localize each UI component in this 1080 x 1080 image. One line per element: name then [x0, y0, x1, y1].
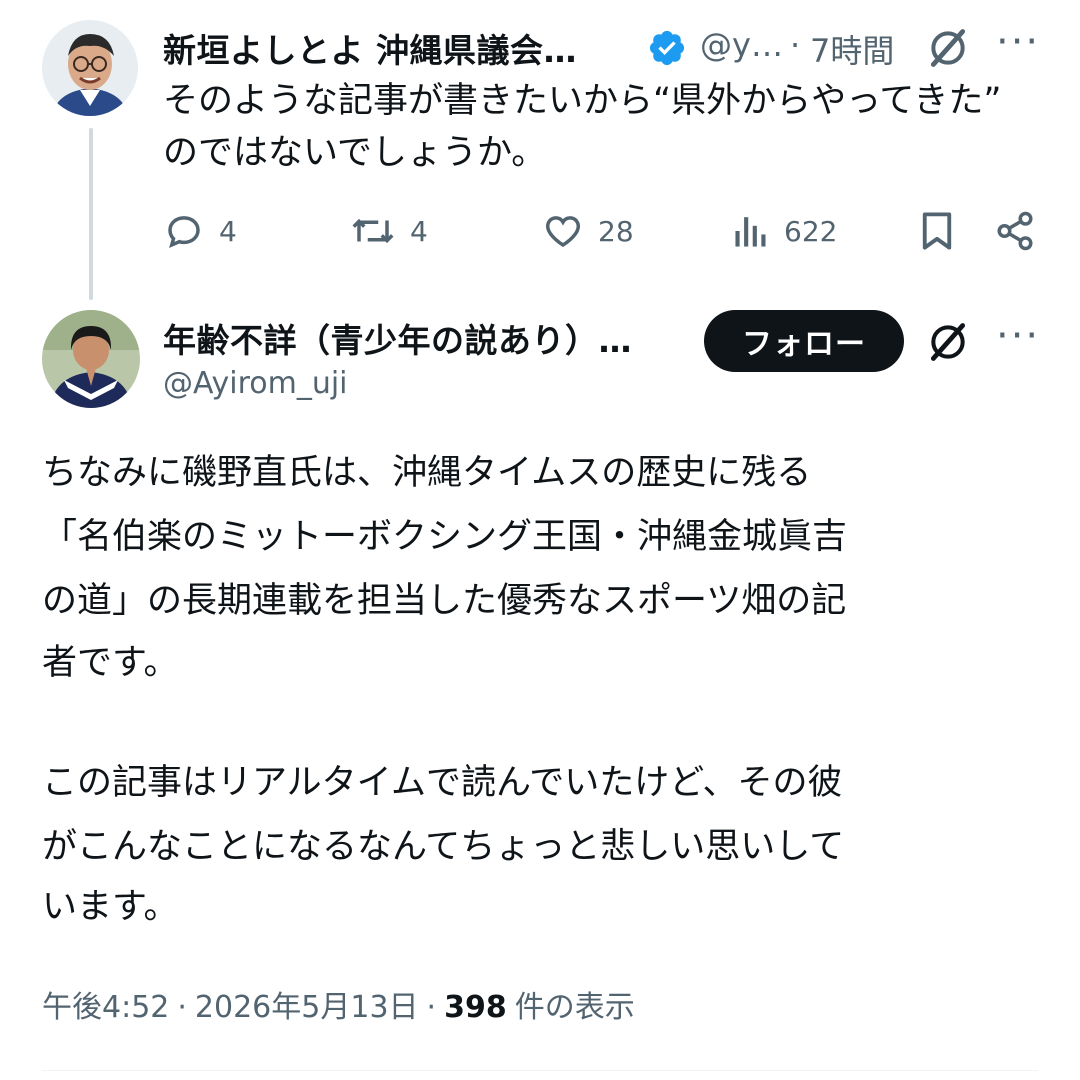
- verified-badge-icon: [649, 30, 685, 66]
- avatar-author1[interactable]: [42, 20, 138, 116]
- tweet-text-line: 者です。: [42, 643, 179, 683]
- views-icon: [735, 217, 766, 247]
- author2-display-name[interactable]: 年齢不詳（青少年の説あり）…: [163, 314, 632, 362]
- author2-handle[interactable]: @Ayirom_uji: [163, 366, 348, 401]
- tweet-timestamp[interactable]: 午後4:52: [42, 982, 169, 1026]
- tweet-meta: 午後4:52 · 2026年5月13日 · 398 件の表示: [42, 982, 635, 1026]
- tweet-text-line: 「名伯楽のミットーボクシング王国・沖縄金城眞吉: [42, 517, 848, 557]
- more-icon[interactable]: ···: [996, 316, 1040, 356]
- reply-icon: [168, 216, 200, 249]
- grok-icon[interactable]: [926, 320, 970, 364]
- author1-display-name[interactable]: 新垣よしとよ 沖縄県議会…: [163, 24, 577, 72]
- more-icon[interactable]: ···: [996, 22, 1040, 62]
- views-action[interactable]: 622: [732, 210, 837, 252]
- reply-text-line1: そのような記事が書きたいから“県外からやってきた”: [163, 81, 1002, 121]
- meta-separator: ·: [426, 990, 437, 1025]
- avatar-image: [42, 310, 140, 408]
- tweet-text-line: ちなみに磯野直氏は、沖縄タイムスの歴史に残る: [42, 453, 812, 493]
- separator-dot: ·: [790, 26, 801, 64]
- bookmark-icon[interactable]: [918, 210, 956, 252]
- like-action[interactable]: 28: [542, 210, 634, 252]
- follow-button[interactable]: フォロー: [704, 310, 904, 372]
- avatar-author2[interactable]: [42, 310, 140, 408]
- like-count: 28: [598, 214, 634, 248]
- views-count: 622: [784, 214, 838, 248]
- tweet-text-line: がこんなことになるなんてちょっと悲しい思いして: [42, 827, 845, 867]
- avatar-image: [42, 20, 138, 116]
- tweet-text-line: います。: [42, 887, 179, 927]
- tweet-text-line: この記事はリアルタイムで読んでいたけど、その彼: [42, 763, 843, 803]
- share-icon[interactable]: [994, 210, 1036, 252]
- repost-icon: [352, 218, 394, 244]
- grok-icon[interactable]: [926, 26, 970, 70]
- view-label: 件の表示: [514, 990, 635, 1025]
- tweet-date[interactable]: 2026年5月13日: [195, 982, 419, 1026]
- thread-line: [89, 128, 93, 300]
- repost-action[interactable]: 4: [350, 210, 428, 252]
- author1-handle[interactable]: @y…: [700, 26, 783, 64]
- reply-text-line2: のではないでしょうか。: [163, 133, 547, 173]
- tweet-time[interactable]: 7時間: [810, 26, 894, 72]
- view-count: 398: [444, 990, 507, 1025]
- reply-count: 4: [219, 214, 237, 248]
- heart-icon: [545, 216, 581, 248]
- divider: [42, 1070, 1038, 1071]
- reply-action[interactable]: 4: [163, 210, 237, 252]
- tweet-text-line: の道」の長期連載を担当した優秀なスポーツ畑の記: [42, 581, 847, 621]
- meta-separator: ·: [177, 990, 187, 1025]
- repost-count: 4: [410, 214, 428, 248]
